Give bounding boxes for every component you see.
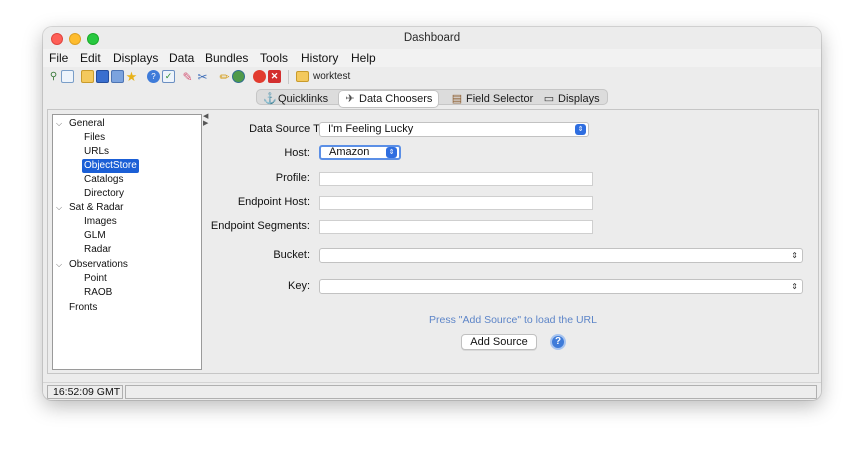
menu-bar: File Edit Displays Data Bundles Tools Hi… <box>43 49 821 67</box>
host-value: Amazon <box>329 146 370 158</box>
tree-item-point[interactable]: Point <box>84 272 107 286</box>
help-icon[interactable]: ? <box>550 334 566 350</box>
tree-item-glm[interactable]: GLM <box>84 229 106 243</box>
select-arrows-icon: ⇕ <box>386 147 397 158</box>
tree-group-general[interactable]: General <box>69 117 105 131</box>
tab-group: ⚓ Quicklinks ✈ Data Choosers ▤ Field Sel… <box>256 89 608 107</box>
close-box-icon[interactable]: ✕ <box>268 70 281 83</box>
copy-icon[interactable] <box>111 70 124 83</box>
select-arrows-icon: ⇕ <box>575 124 586 135</box>
tree-item-files[interactable]: Files <box>84 131 105 145</box>
tab-displays[interactable]: ▭ Displays <box>538 91 606 107</box>
tab-quicklinks[interactable]: ⚓ Quicklinks <box>258 91 336 107</box>
minimize-window-button[interactable] <box>69 33 81 45</box>
endpoint-host-field[interactable] <box>319 196 593 210</box>
data-choosers-panel: ⌵ General Files URLs ObjectStore Catalog… <box>47 109 819 374</box>
bucket-select[interactable]: ⇕ <box>319 248 803 263</box>
tab-data-choosers[interactable]: ✈ Data Choosers <box>339 91 438 107</box>
host-label: Host: <box>284 147 310 159</box>
chevron-down-icon[interactable]: ⌵ <box>56 117 62 131</box>
profile-field[interactable] <box>319 172 593 186</box>
menu-edit[interactable]: Edit <box>80 49 101 67</box>
status-bar: 16:52:09 GMT <box>43 382 821 400</box>
tree-item-images[interactable]: Images <box>84 215 117 229</box>
toolbar-separator <box>288 70 289 84</box>
tree-group-observations[interactable]: Observations <box>69 258 128 272</box>
window-icon[interactable] <box>61 70 74 83</box>
tree-item-catalogs[interactable]: Catalogs <box>84 173 123 187</box>
record-icon[interactable] <box>253 70 266 83</box>
dashboard-window: Dashboard File Edit Displays Data Bundle… <box>43 27 821 400</box>
data-source-type-select[interactable]: I'm Feeling Lucky ⇕ <box>319 122 589 137</box>
tab-field-selector[interactable]: ▤ Field Selector <box>446 91 536 107</box>
star-icon[interactable]: ★ <box>125 70 138 83</box>
chevron-down-icon[interactable]: ⌵ <box>56 258 62 272</box>
endpoint-segments-label: Endpoint Segments: <box>210 220 310 232</box>
eraser-icon[interactable]: ✎ <box>181 70 194 83</box>
tab-label: Displays <box>558 93 600 105</box>
check-icon[interactable]: ✓ <box>162 70 175 83</box>
chevron-down-icon[interactable]: ⌵ <box>56 201 62 215</box>
tab-label: Data Choosers <box>359 93 433 105</box>
monitor-icon: ▭ <box>543 93 555 105</box>
field-icon: ▤ <box>451 93 463 105</box>
chooser-tree[interactable]: ⌵ General Files URLs ObjectStore Catalog… <box>52 114 202 370</box>
data-source-type-value: I'm Feeling Lucky <box>328 123 414 135</box>
key-label: Key: <box>287 280 310 292</box>
title-bar[interactable]: Dashboard <box>43 27 821 49</box>
tree-item-objectstore[interactable]: ObjectStore <box>82 159 139 173</box>
host-select[interactable]: Amazon ⇕ <box>319 145 401 160</box>
menu-file[interactable]: File <box>49 49 68 67</box>
menu-displays[interactable]: Displays <box>113 49 158 67</box>
tab-label: Quicklinks <box>278 93 329 105</box>
status-message <box>125 385 817 399</box>
menu-data[interactable]: Data <box>169 49 194 67</box>
select-arrows-icon: ⇕ <box>791 251 798 260</box>
tree-item-raob[interactable]: RAOB <box>84 286 112 300</box>
toolbar: ⚲ ★ ? ✓ ✎ ✂ ✏ ✕ worktest <box>43 67 821 87</box>
bucket-label: Bucket: <box>273 249 310 261</box>
menu-tools[interactable]: Tools <box>260 49 288 67</box>
chooser-icon: ✈ <box>345 93 355 105</box>
tree-item-urls[interactable]: URLs <box>84 145 109 159</box>
project-name[interactable]: worktest <box>313 69 350 85</box>
window-title: Dashboard <box>403 32 461 44</box>
folder-open-icon[interactable] <box>81 70 94 83</box>
tree-item-directory[interactable]: Directory <box>84 187 124 201</box>
zoom-window-button[interactable] <box>87 33 99 45</box>
tree-group-sat-radar[interactable]: Sat & Radar <box>69 201 123 215</box>
menu-history[interactable]: History <box>301 49 338 67</box>
tab-label: Field Selector <box>466 93 534 105</box>
project-folder-icon <box>296 71 309 82</box>
menu-bundles[interactable]: Bundles <box>205 49 248 67</box>
globe-icon[interactable] <box>232 70 245 83</box>
select-arrows-icon: ⇕ <box>791 282 798 291</box>
status-time: 16:52:09 GMT <box>47 385 123 399</box>
link-icon: ⚓ <box>263 93 277 105</box>
scissors-icon[interactable]: ✂ <box>196 70 209 83</box>
wand-icon[interactable]: ⚲ <box>47 70 60 83</box>
save-icon[interactable] <box>96 70 109 83</box>
tab-bar: ⚓ Quicklinks ✈ Data Choosers ▤ Field Sel… <box>43 87 821 107</box>
menu-help[interactable]: Help <box>351 49 376 67</box>
add-source-hint: Press "Add Source" to load the URL <box>429 314 597 326</box>
profile-label: Profile: <box>275 172 310 184</box>
tree-item-radar[interactable]: Radar <box>84 243 111 257</box>
tree-group-fronts[interactable]: Fronts <box>69 301 97 315</box>
pencil-icon[interactable]: ✏ <box>218 70 231 83</box>
help-circle-icon[interactable]: ? <box>147 70 160 83</box>
endpoint-host-label: Endpoint Host: <box>237 196 310 208</box>
add-source-button[interactable]: Add Source <box>461 334 537 350</box>
endpoint-segments-field[interactable] <box>319 220 593 234</box>
close-window-button[interactable] <box>51 33 63 45</box>
key-select[interactable]: ⇕ <box>319 279 803 294</box>
